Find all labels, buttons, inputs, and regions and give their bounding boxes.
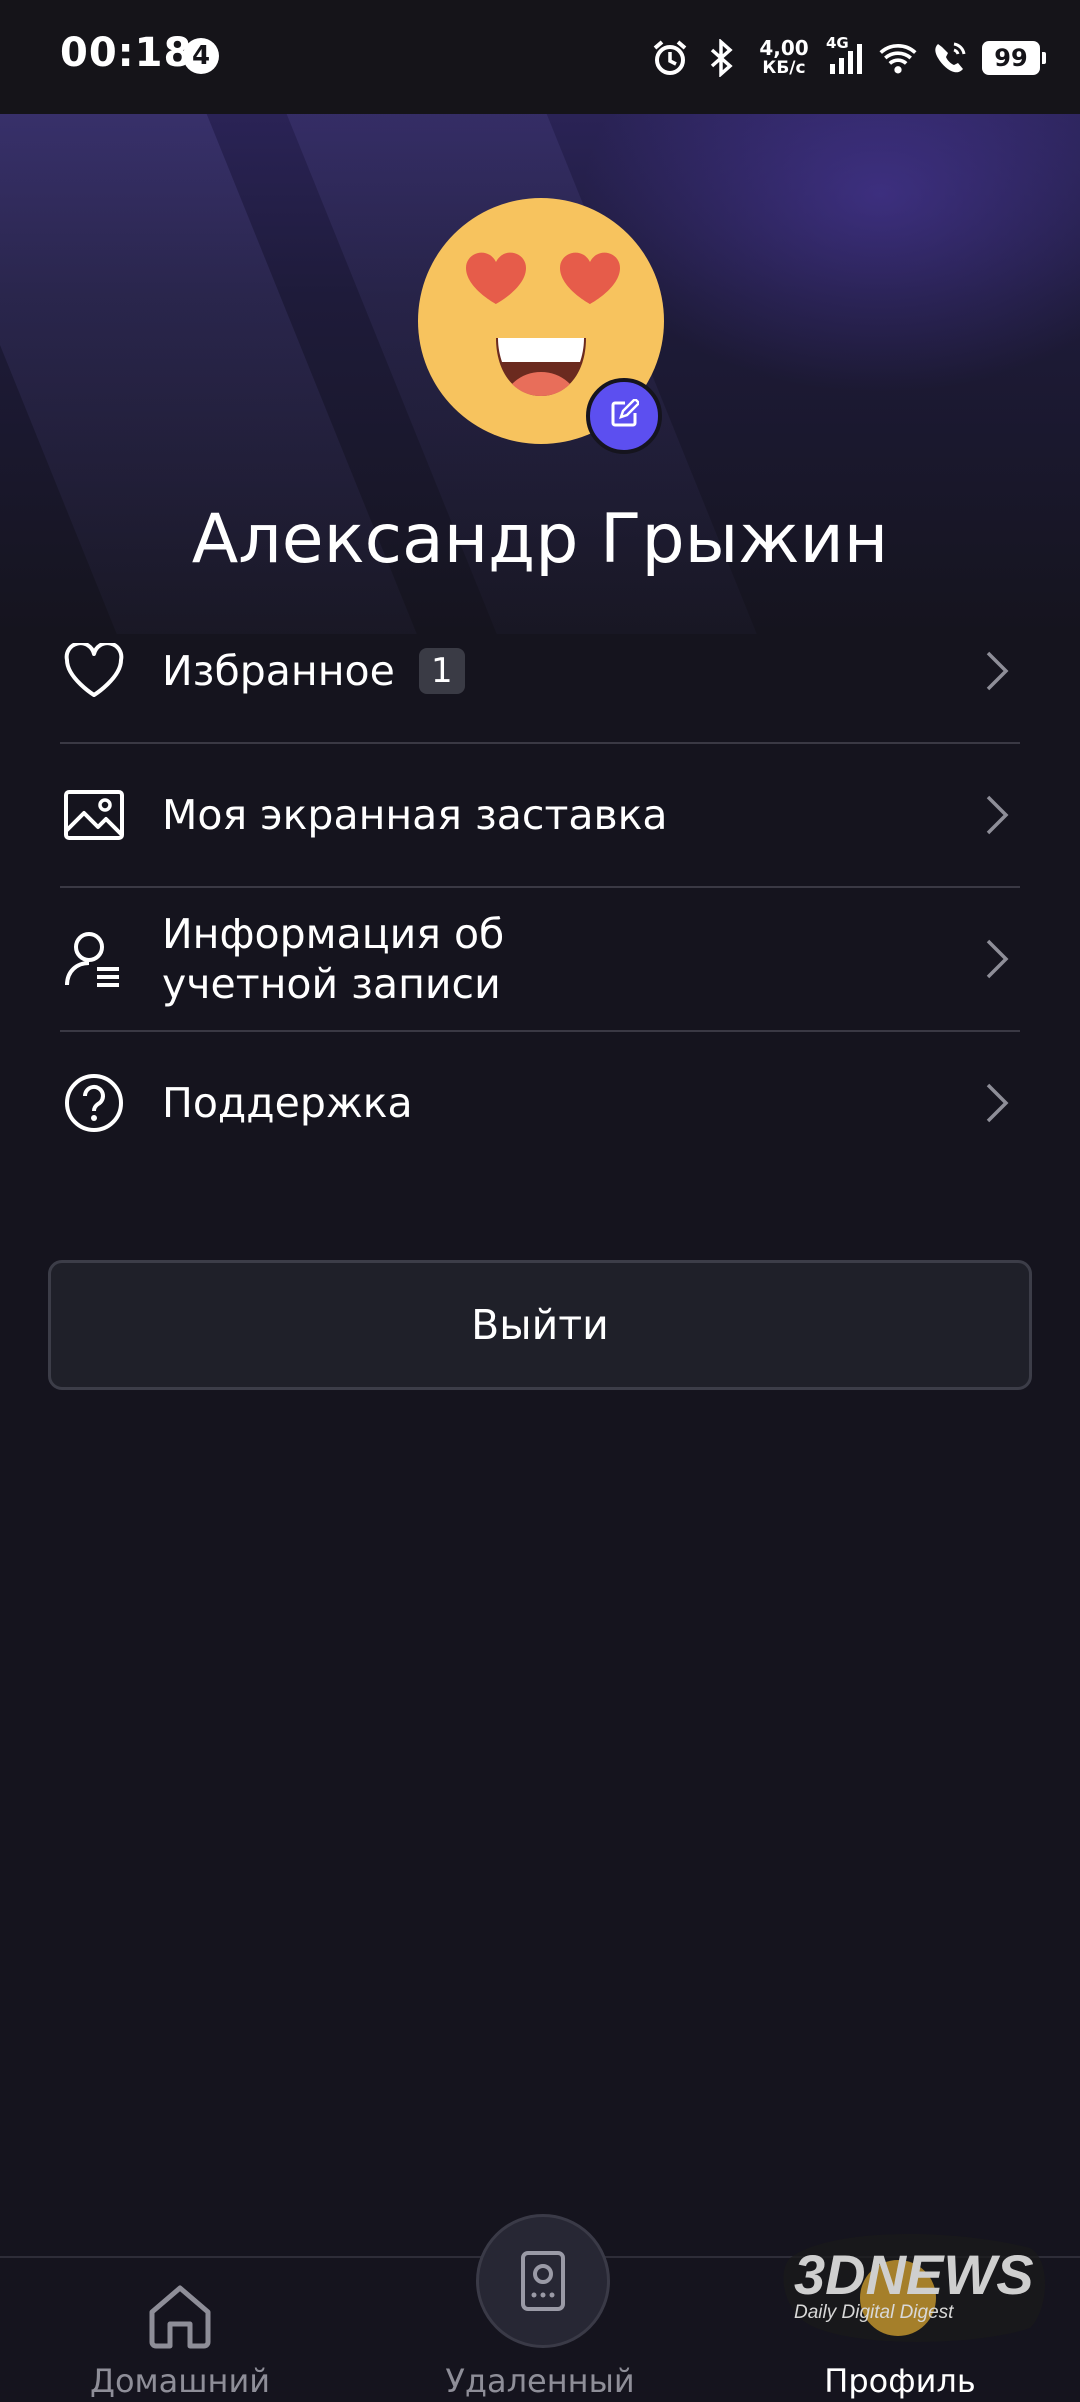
watermark-tagline: Daily Digital Digest xyxy=(794,2302,954,2323)
chevron-right-icon xyxy=(986,795,1009,835)
battery-icon: 99 xyxy=(982,41,1046,75)
watermark-brand: 3DNEWS xyxy=(794,2243,1034,2306)
wifi-icon xyxy=(878,38,918,78)
nav-remote-label: Удаленный xyxy=(445,2362,635,2400)
favorites-count-badge: 1 xyxy=(418,648,465,694)
menu-item-label: Информация об учетной записи xyxy=(162,909,504,1009)
logout-button[interactable]: Выйти xyxy=(48,1260,1032,1390)
menu-item-label-line1: Информация об xyxy=(162,910,505,958)
remote-icon xyxy=(521,2251,565,2311)
home-icon xyxy=(149,2285,211,2349)
menu-item-label-line2: учетной записи xyxy=(162,960,501,1008)
help-icon xyxy=(60,1069,128,1137)
chevron-right-icon xyxy=(986,651,1009,691)
image-icon xyxy=(60,781,128,849)
nav-home-label: Домашний xyxy=(89,2362,271,2400)
signal-icon: 4G xyxy=(826,34,866,78)
remote-button[interactable] xyxy=(476,2214,610,2348)
nav-home[interactable]: Домашний xyxy=(30,2258,330,2402)
menu-item-account-info[interactable]: Информация об учетной записи xyxy=(60,888,1020,1032)
3dnews-watermark: 3DNEWS Daily Digital Digest xyxy=(780,2218,1060,2348)
profile-name: Александр Грыжин xyxy=(191,500,889,579)
edit-avatar-button[interactable] xyxy=(586,378,662,454)
network-type: 4G xyxy=(826,34,849,52)
heart-icon xyxy=(60,637,128,705)
bluetooth-icon xyxy=(702,38,742,78)
notification-count-badge: 4 xyxy=(183,38,219,74)
account-info-icon xyxy=(60,925,128,993)
menu-item-support[interactable]: Поддержка xyxy=(60,1032,1020,1174)
menu-item-label: Избранное xyxy=(162,647,395,695)
menu-item-label: Поддержка xyxy=(162,1079,413,1127)
alarm-icon xyxy=(650,38,690,78)
network-speed: 4,00 КБ/с xyxy=(754,38,814,78)
nav-profile-label: Профиль xyxy=(824,2362,976,2400)
nav-remote[interactable]: Удаленный xyxy=(390,2214,690,2402)
edit-icon xyxy=(609,397,641,433)
status-bar: 00:18 4 4,00 КБ/с 4G 99 xyxy=(0,0,1080,114)
menu-item-screensaver[interactable]: Моя экранная заставка xyxy=(60,744,1020,888)
status-time: 00:18 xyxy=(60,30,193,76)
wifi-call-icon xyxy=(930,38,970,78)
speed-value: 4,00 xyxy=(759,36,809,60)
profile-menu: Избранное 1 Моя экранная заставка Информ… xyxy=(60,600,1020,1174)
menu-item-favorites[interactable]: Избранное 1 xyxy=(60,600,1020,744)
chevron-right-icon xyxy=(986,1083,1009,1123)
menu-item-label: Моя экранная заставка xyxy=(162,791,668,839)
chevron-right-icon xyxy=(986,939,1009,979)
speed-unit: КБ/с xyxy=(762,58,806,78)
